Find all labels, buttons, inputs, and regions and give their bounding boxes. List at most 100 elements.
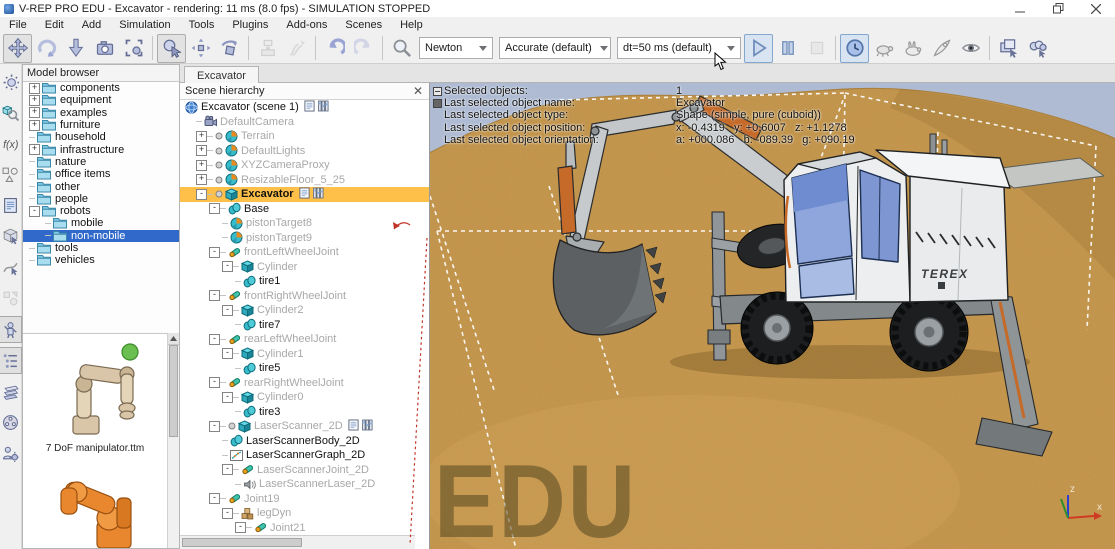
play-button[interactable] <box>744 34 773 63</box>
scene-hierarchy-toggle-button[interactable] <box>0 347 22 374</box>
visibility-dot-icon[interactable] <box>215 176 223 184</box>
browser-folder-people[interactable]: people <box>23 193 179 205</box>
hierarchy-node-excavator-scene-1-[interactable]: Excavator (scene 1) <box>180 100 429 115</box>
menu-item-add[interactable]: Add <box>73 17 111 33</box>
expand-icon[interactable]: + <box>196 160 207 171</box>
expand-icon[interactable]: + <box>29 107 40 118</box>
collapse-icon[interactable]: - <box>235 522 246 533</box>
hierarchy-hscrollbar[interactable] <box>180 535 415 549</box>
layer-selector-button[interactable] <box>0 378 22 405</box>
browser-folder-robots[interactable]: -robots <box>23 205 179 217</box>
hierarchy-node-defaultcamera[interactable]: DefaultCamera <box>180 115 429 130</box>
expand-icon[interactable]: + <box>29 83 40 94</box>
hierarchy-node-frontrightwheeljoint[interactable]: -frontRightWheelJoint <box>180 289 429 304</box>
path-edit-mode-button[interactable] <box>0 254 22 281</box>
menu-item-edit[interactable]: Edit <box>36 17 73 33</box>
collections-button[interactable] <box>0 161 22 188</box>
simulation-settings-button[interactable] <box>0 68 22 95</box>
browser-folder-components[interactable]: +components <box>23 82 179 94</box>
model-properties-icon[interactable] <box>362 419 373 434</box>
menu-item-file[interactable]: File <box>0 17 36 33</box>
script-icon[interactable] <box>299 187 310 202</box>
hierarchy-node-frontleftwheeljoint[interactable]: -frontLeftWheelJoint <box>180 245 429 260</box>
browser-folder-mobile[interactable]: mobile <box>23 217 179 229</box>
collapse-icon[interactable]: - <box>209 334 220 345</box>
collapse-icon[interactable]: - <box>209 377 220 388</box>
hierarchy-node-cylinder2[interactable]: -Cylinder2 <box>180 303 429 318</box>
calculation-modules-button[interactable]: f(x) <box>0 130 22 157</box>
hierarchy-node-legdyn[interactable]: -legDyn <box>180 506 429 521</box>
viewport-3d[interactable]: TEREX z x Selected objec <box>430 83 1115 549</box>
camera-rotate-button[interactable] <box>32 34 61 63</box>
model-browser-scrollbar[interactable] <box>167 333 179 548</box>
visibility-button[interactable] <box>956 34 985 63</box>
speed-up-button[interactable] <box>898 34 927 63</box>
expand-icon[interactable]: + <box>29 95 40 106</box>
expand-icon[interactable]: + <box>196 131 207 142</box>
collapse-icon[interactable]: - <box>196 189 207 200</box>
hierarchy-node-laserscannerbody-2d[interactable]: LaserScannerBody_2D <box>180 434 429 449</box>
script-icon[interactable] <box>348 419 359 434</box>
hierarchy-node-rearrightwheeljoint[interactable]: -rearRightWheelJoint <box>180 376 429 391</box>
expand-icon[interactable]: + <box>29 144 40 155</box>
fit-to-view-button[interactable] <box>119 34 148 63</box>
hierarchy-node-tire5[interactable]: tire5 <box>180 361 429 376</box>
browser-folder-examples[interactable]: +examples <box>23 107 179 119</box>
object-translate-button[interactable] <box>186 34 215 63</box>
hierarchy-node-cylinder[interactable]: -Cylinder <box>180 260 429 275</box>
menu-item-tools[interactable]: Tools <box>180 17 224 33</box>
visibility-dot-icon[interactable] <box>215 161 223 169</box>
collapse-icon[interactable]: - <box>209 493 220 504</box>
collapse-icon[interactable]: - <box>209 247 220 258</box>
shape-edit-mode-button[interactable] <box>0 223 22 250</box>
pause-button[interactable] <box>773 34 802 63</box>
collapse-icon[interactable]: - <box>209 290 220 301</box>
browser-folder-household[interactable]: household <box>23 131 179 143</box>
collapse-icon[interactable]: - <box>209 421 220 432</box>
model-properties-icon[interactable] <box>318 100 329 115</box>
hierarchy-node-defaultlights[interactable]: +DefaultLights <box>180 144 429 159</box>
script-editor-button[interactable] <box>0 192 22 219</box>
model-search-button[interactable] <box>387 34 416 63</box>
hierarchy-node-rearleftwheeljoint[interactable]: -rearLeftWheelJoint <box>180 332 429 347</box>
real-time-button[interactable] <box>840 34 869 63</box>
menu-item-help[interactable]: Help <box>391 17 432 33</box>
video-recorder-button[interactable] <box>0 409 22 436</box>
hierarchy-node-excavator[interactable]: -Excavator <box>180 187 429 202</box>
hierarchy-node-laserscanner-2d[interactable]: -LaserScanner_2D <box>180 419 429 434</box>
menu-item-simulation[interactable]: Simulation <box>110 17 179 33</box>
hierarchy-node-cylinder0[interactable]: -Cylinder0 <box>180 390 429 405</box>
browser-folder-tools[interactable]: tools <box>23 242 179 254</box>
collapse-icon[interactable]: - <box>222 348 233 359</box>
menu-item-scenes[interactable]: Scenes <box>336 17 391 33</box>
hierarchy-node-resizablefloor-5-25[interactable]: +ResizableFloor_5_25 <box>180 173 429 188</box>
hierarchy-node-tire3[interactable]: tire3 <box>180 405 429 420</box>
hierarchy-node-joint21[interactable]: -Joint21 <box>180 521 429 536</box>
browser-folder-furniture[interactable]: +furniture <box>23 119 179 131</box>
browser-folder-vehicles[interactable]: vehicles <box>23 254 179 266</box>
threaded-rendering-button[interactable] <box>927 34 956 63</box>
scrollbar-thumb[interactable] <box>169 345 178 437</box>
object-select-button[interactable] <box>157 34 186 63</box>
scroll-up-icon[interactable] <box>168 333 179 345</box>
collapse-icon[interactable]: - <box>222 392 233 403</box>
restore-button[interactable] <box>1039 0 1077 17</box>
camera-pan-button[interactable] <box>3 34 32 63</box>
page-selector-button[interactable] <box>994 34 1023 63</box>
close-button[interactable] <box>1077 0 1115 17</box>
visibility-dot-icon[interactable] <box>215 190 223 198</box>
model-thumbnail-2[interactable] <box>29 458 161 548</box>
camera-shift-button[interactable] <box>90 34 119 63</box>
tab-excavator[interactable]: Excavator <box>184 66 259 84</box>
browser-folder-equipment[interactable]: +equipment <box>23 94 179 106</box>
collapse-icon[interactable]: - <box>29 206 40 217</box>
hierarchy-node-tire7[interactable]: tire7 <box>180 318 429 333</box>
collapse-icon[interactable]: - <box>222 305 233 316</box>
object-search-button[interactable] <box>0 99 22 126</box>
model-properties-icon[interactable] <box>313 187 324 202</box>
hierarchy-node-xyzcameraproxy[interactable]: +XYZCameraProxy <box>180 158 429 173</box>
hierarchy-node-pistontarget9[interactable]: pistonTarget9 <box>180 231 429 246</box>
scene-selector-button[interactable] <box>1023 34 1052 63</box>
undo-button[interactable] <box>320 34 349 63</box>
browser-folder-infrastructure[interactable]: +infrastructure <box>23 143 179 155</box>
